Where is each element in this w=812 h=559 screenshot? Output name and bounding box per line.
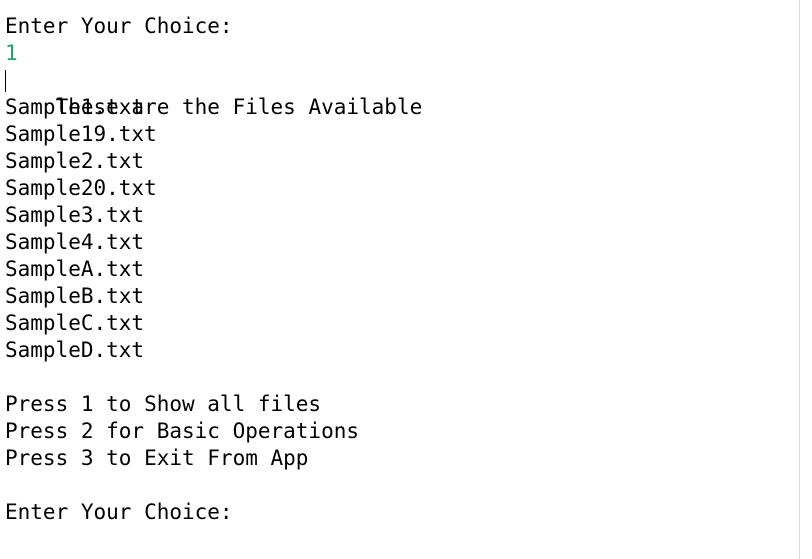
file-item: Sample3.txt [5,203,145,227]
file-item: SampleD.txt [5,338,145,362]
file-item: Sample4.txt [5,230,145,254]
user-input-line: 1 [5,41,18,65]
file-item: SampleC.txt [5,311,145,335]
prompt-line: Enter Your Choice: [5,14,233,38]
console-output[interactable]: Enter Your Choice: 1 These are the Files… [0,0,800,559]
menu-item: Press 1 to Show all files [5,392,322,416]
menu-item: Press 2 for Basic Operations [5,419,360,443]
file-item: Sample1.txt [5,95,145,119]
file-item: Sample20.txt [5,176,157,200]
right-gutter [800,0,812,559]
files-header-line: These are the Files Available [5,67,799,119]
text-caret [5,70,6,92]
file-item: Sample19.txt [5,122,157,146]
menu-item: Press 3 to Exit From App [5,446,309,470]
file-item: SampleB.txt [5,284,145,308]
file-item: Sample2.txt [5,149,145,173]
prompt-line: Enter Your Choice: [5,500,233,524]
file-item: SampleA.txt [5,257,145,281]
